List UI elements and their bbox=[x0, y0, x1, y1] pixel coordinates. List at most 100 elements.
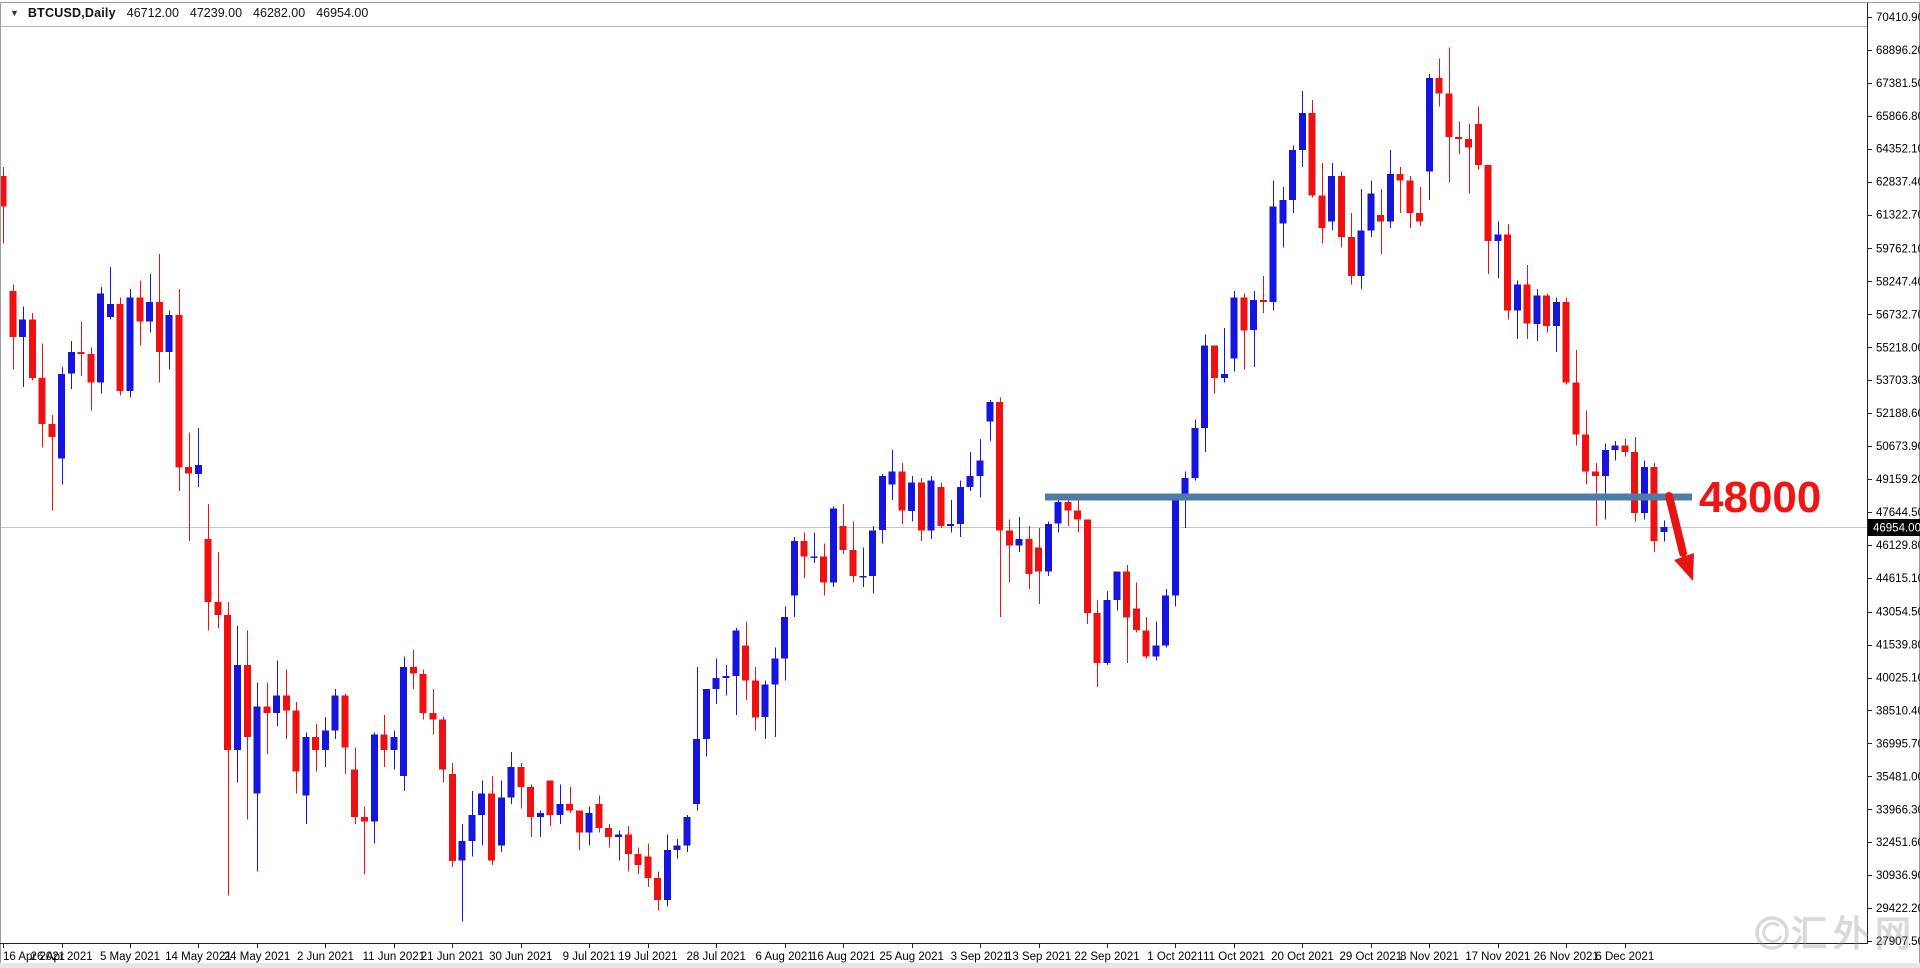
candle-body bbox=[390, 737, 397, 750]
symbol-dropdown-icon[interactable]: ▼ bbox=[10, 8, 19, 18]
candle-body bbox=[1006, 530, 1013, 545]
candle-body bbox=[1563, 302, 1570, 382]
candle-body bbox=[1465, 139, 1472, 148]
candle-body bbox=[1201, 346, 1208, 429]
date-axis-label: 9 Jul 2021 bbox=[563, 951, 616, 963]
candle-body bbox=[1358, 230, 1365, 276]
trading-terminal-window: ▼ BTCUSD,Daily 46712.00 47239.00 46282.0… bbox=[0, 0, 1920, 968]
candle-body bbox=[781, 617, 788, 658]
candle-body bbox=[537, 813, 544, 817]
candle-body bbox=[1309, 113, 1316, 196]
candle-body bbox=[859, 576, 866, 578]
date-axis-label: 22 Sep 2021 bbox=[1074, 951, 1139, 963]
candle-body bbox=[488, 793, 495, 860]
date-axis-label: 21 Jun 2021 bbox=[421, 951, 484, 963]
candle-body bbox=[1602, 450, 1609, 476]
ohlc-open-value: 46712.00 bbox=[127, 6, 179, 20]
date-axis-label: 14 May 2021 bbox=[165, 951, 232, 963]
price-level-annotation[interactable]: 48000 bbox=[1699, 473, 1821, 522]
candle-body bbox=[234, 665, 241, 750]
price-axis-label: 43054.50 bbox=[1876, 607, 1920, 619]
ohlc-low-value: 46282.00 bbox=[253, 6, 305, 20]
candle-body bbox=[1064, 502, 1071, 511]
candle-body bbox=[1162, 596, 1169, 646]
candle-body bbox=[1289, 150, 1296, 200]
candle-body bbox=[625, 835, 632, 855]
resistance-trendline[interactable] bbox=[1045, 494, 1692, 501]
candle-body bbox=[1494, 235, 1501, 242]
candle-body bbox=[977, 461, 984, 476]
candle-body bbox=[1651, 467, 1658, 541]
price-axis-label: 52188.60 bbox=[1876, 408, 1920, 420]
candle-body bbox=[312, 737, 319, 750]
candle-body bbox=[742, 646, 749, 681]
current-price-value: 46954.00 bbox=[1873, 523, 1920, 535]
candle-body bbox=[156, 302, 163, 352]
candle-body bbox=[1172, 500, 1179, 596]
date-axis-label: 17 Nov 2021 bbox=[1465, 951, 1530, 963]
candle-body bbox=[732, 630, 739, 676]
candle-body bbox=[1621, 446, 1628, 453]
price-axis-label: 40025.10 bbox=[1876, 673, 1920, 685]
price-axis-label: 58247.40 bbox=[1876, 276, 1920, 288]
date-axis-label: 6 Dec 2021 bbox=[1595, 951, 1654, 963]
candle-body bbox=[596, 804, 603, 828]
candle-body bbox=[341, 696, 348, 748]
date-axis-label: 1 Oct 2021 bbox=[1147, 951, 1203, 963]
candle-body bbox=[703, 689, 710, 739]
date-axis-label: 6 Aug 2021 bbox=[755, 951, 813, 963]
candle-body bbox=[947, 524, 954, 526]
candle-body bbox=[898, 472, 905, 511]
price-axis-label: 56732.70 bbox=[1876, 309, 1920, 321]
date-axis-label: 29 Oct 2021 bbox=[1339, 951, 1402, 963]
candle-body bbox=[791, 541, 798, 595]
price-axis-label: 46129.80 bbox=[1876, 540, 1920, 552]
candle-body bbox=[810, 556, 817, 558]
candle-body bbox=[214, 602, 221, 615]
candle-body bbox=[605, 828, 612, 837]
date-axis-label: 28 Jul 2021 bbox=[686, 951, 745, 963]
candle-body bbox=[351, 769, 358, 817]
candle-body bbox=[469, 815, 476, 841]
candle-body bbox=[78, 352, 85, 354]
watermark-text: 汇外网 bbox=[1791, 913, 1917, 954]
candle-body bbox=[1446, 93, 1453, 137]
candle-body bbox=[918, 483, 925, 531]
candle-body bbox=[967, 476, 974, 487]
candle-body bbox=[674, 846, 681, 850]
chart-header: ▼ BTCUSD,Daily 46712.00 47239.00 46282.0… bbox=[10, 6, 368, 20]
candle-body bbox=[361, 817, 368, 821]
candle-body bbox=[117, 304, 124, 391]
date-axis-label: 19 Jul 2021 bbox=[618, 951, 677, 963]
candle-body bbox=[1485, 165, 1492, 241]
candle-body bbox=[586, 813, 593, 833]
candle-body bbox=[654, 878, 661, 900]
candle-body bbox=[547, 780, 554, 815]
candle-body bbox=[195, 465, 202, 474]
candle-body bbox=[283, 696, 290, 711]
candle-body bbox=[683, 817, 690, 845]
candle-body bbox=[254, 706, 261, 793]
candle-body bbox=[889, 472, 896, 485]
candle-body bbox=[1133, 609, 1140, 631]
price-axis-label: 68896.20 bbox=[1876, 45, 1920, 57]
candle-body bbox=[996, 402, 1003, 530]
candlestick-chart-canvas[interactable]: 4800070410.9068896.2067381.5065866.80643… bbox=[0, 0, 1920, 968]
candle-body bbox=[1016, 539, 1023, 546]
candle-body bbox=[166, 315, 173, 352]
candle-body bbox=[263, 706, 270, 713]
candle-body bbox=[400, 667, 407, 776]
candle-body bbox=[801, 541, 808, 556]
candle-body bbox=[928, 480, 935, 530]
candle-body bbox=[1035, 548, 1042, 572]
price-axis-label: 64352.10 bbox=[1876, 144, 1920, 156]
candle-body bbox=[175, 315, 182, 467]
price-axis-label: 50673.90 bbox=[1876, 441, 1920, 453]
price-axis-label: 47644.50 bbox=[1876, 507, 1920, 519]
candle-body bbox=[97, 293, 104, 382]
candle-body bbox=[986, 402, 993, 422]
date-axis-label: 13 Sep 2021 bbox=[1006, 951, 1071, 963]
candle-body bbox=[1055, 502, 1062, 524]
date-axis-label: 5 May 2021 bbox=[100, 951, 160, 963]
price-axis-label: 30936.90 bbox=[1876, 870, 1920, 882]
